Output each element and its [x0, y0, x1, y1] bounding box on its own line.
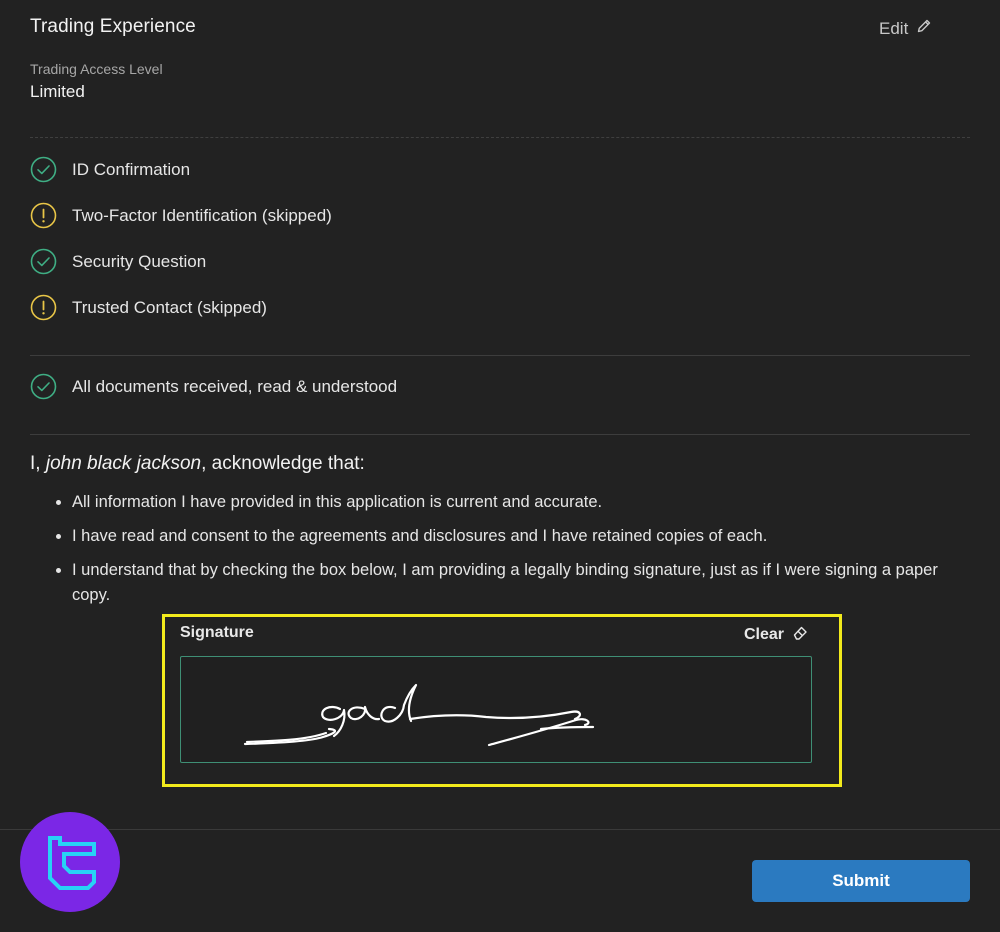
brand-logo-icon [48, 836, 96, 890]
warning-circle-icon [30, 294, 57, 321]
checklist-item-security-question: Security Question [30, 248, 206, 275]
submit-button[interactable]: Submit [752, 860, 970, 902]
list-item: I have read and consent to the agreement… [72, 524, 972, 549]
check-circle-icon [30, 248, 57, 275]
list-item: I understand that by checking the box be… [72, 558, 972, 608]
section-title: Trading Experience [30, 16, 196, 37]
warning-circle-icon [30, 202, 57, 229]
ack-suffix: , acknowledge that: [201, 453, 365, 474]
checklist-item-id-confirmation: ID Confirmation [30, 156, 190, 183]
checklist-item-trusted-contact: Trusted Contact (skipped) [30, 294, 267, 321]
divider [30, 355, 970, 356]
acknowledgement-heading: I, john black jackson, acknowledge that: [30, 453, 365, 475]
divider [30, 137, 970, 138]
clear-signature-button[interactable]: Clear [744, 624, 809, 646]
footer-divider [0, 829, 1000, 830]
divider [30, 434, 970, 435]
checklist-item-label: Two-Factor Identification (skipped) [72, 205, 332, 225]
signature-pad[interactable] [180, 656, 812, 763]
check-circle-icon [30, 373, 57, 400]
signature-label: Signature [180, 624, 254, 641]
checklist-item-label: ID Confirmation [72, 159, 191, 179]
access-level-label: Trading Access Level [30, 61, 163, 77]
edit-button[interactable]: Edit [879, 18, 932, 39]
applicant-name: john black jackson [45, 453, 202, 474]
checklist-item-label: Trusted Contact (skipped) [72, 297, 267, 317]
check-circle-icon [30, 156, 57, 183]
acknowledgement-list: All information I have provided in this … [50, 490, 972, 617]
documents-status-label: All documents received, read & understoo… [72, 376, 398, 396]
brand-logo [20, 812, 120, 912]
documents-status: All documents received, read & understoo… [30, 373, 397, 400]
access-level-value: Limited [30, 82, 85, 101]
clear-label: Clear [744, 626, 785, 643]
pencil-icon [916, 18, 932, 39]
checklist-item-label: Security Question [72, 251, 207, 271]
checklist-item-two-factor: Two-Factor Identification (skipped) [30, 202, 332, 229]
list-item: All information I have provided in this … [72, 490, 972, 515]
ack-prefix: I, [30, 453, 46, 474]
edit-label: Edit [879, 18, 909, 38]
eraser-icon [792, 624, 809, 646]
